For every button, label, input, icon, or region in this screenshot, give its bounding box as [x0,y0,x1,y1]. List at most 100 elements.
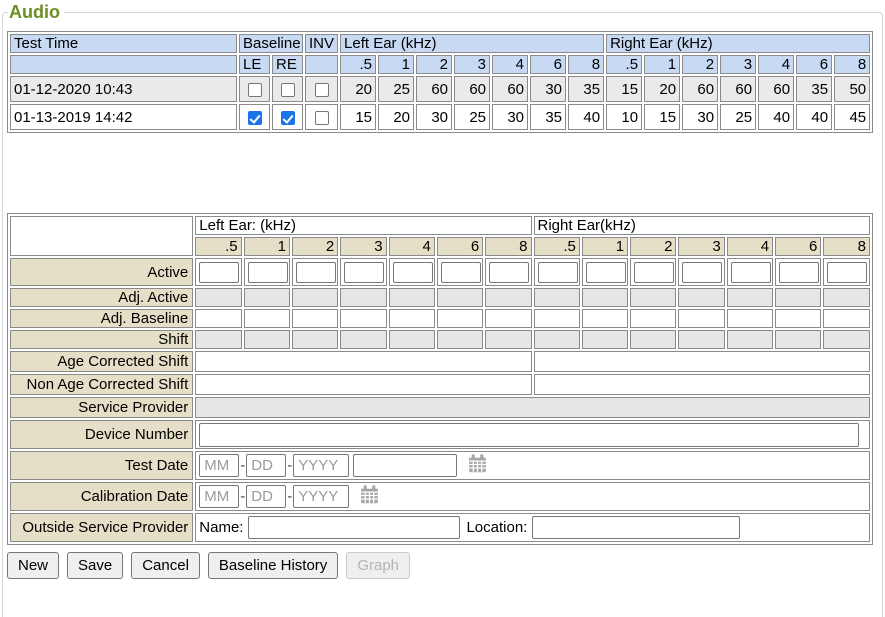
test-time-input[interactable] [353,454,457,477]
service-provider-row: Service Provider [10,397,870,418]
active-input[interactable] [634,262,674,283]
test-date-year-input[interactable] [293,454,349,477]
adj-baseline-label: Adj. Baseline [10,309,193,328]
outside-service-provider-label: Outside Service Provider [10,513,193,542]
adj-active-cell [775,288,821,307]
test-time-cell: 01-13-2019 14:42 [10,104,237,130]
col-right-ear: Right Ear (kHz) [606,34,870,53]
active-input[interactable] [296,262,336,283]
test-date-cell: -- [195,451,870,480]
shift-cell [823,330,870,349]
device-number-input[interactable] [199,423,859,447]
adj-active-cell [582,288,628,307]
active-input[interactable] [248,262,288,283]
baseline-le-checkbox[interactable] [248,111,262,125]
freq-header: 1 [644,55,680,74]
inv-checkbox[interactable] [315,111,329,125]
shift-cell [485,330,531,349]
adj-active-cell [389,288,435,307]
threshold-cell: 60 [682,76,718,102]
adj-baseline-cell [678,309,724,328]
active-input[interactable] [344,262,384,283]
adj-active-cell [630,288,676,307]
active-input[interactable] [489,262,529,283]
history-row-2: 01-13-2019 14:42 15 20 30 25 30 35 40 10… [10,104,870,130]
active-input[interactable] [682,262,722,283]
save-button[interactable]: Save [67,552,123,579]
non-age-corrected-shift-left-cell [195,374,531,395]
active-input[interactable] [779,262,819,283]
col-re: RE [272,55,303,74]
adj-active-cell [292,288,338,307]
calibration-date-day-input[interactable] [246,485,286,508]
age-corrected-shift-right-cell [534,351,870,372]
shift-cell [678,330,724,349]
cancel-button[interactable]: Cancel [131,552,200,579]
baseline-re-checkbox[interactable] [281,83,295,97]
adj-active-cell [534,288,580,307]
threshold-cell: 20 [340,76,376,102]
test-date-day-input[interactable] [246,454,286,477]
baseline-re-checkbox[interactable] [281,111,295,125]
threshold-cell: 60 [758,76,794,102]
baseline-le-checkbox[interactable] [248,83,262,97]
audio-fieldset: Audio Test Time Baseline INV Left Ear (k… [2,2,883,617]
location-label: Location: [466,519,527,536]
active-input[interactable] [538,262,578,283]
freq-header: 2 [292,237,338,256]
active-cell [823,258,870,286]
freq-header: 6 [775,237,821,256]
freq-header: 6 [530,55,566,74]
date-separator: - [287,457,292,474]
history-row-1: 01-12-2020 10:43 20 25 60 60 60 30 35 15… [10,76,870,102]
new-button[interactable]: New [7,552,59,579]
active-input[interactable] [441,262,481,283]
threshold-cell: 25 [720,104,756,130]
audio-entry-table: Left Ear: (kHz) Right Ear(kHz) .5 1 2 3 … [7,213,873,545]
threshold-cell: 35 [568,76,604,102]
test-date-row: Test Date -- [10,451,870,480]
freq-header: 4 [758,55,794,74]
active-cell [775,258,821,286]
active-input[interactable] [731,262,771,283]
freq-header: 3 [454,55,490,74]
provider-location-input[interactable] [532,516,740,539]
adj-active-cell [195,288,241,307]
active-label: Active [10,258,193,286]
freq-header: .5 [340,55,376,74]
threshold-cell: 15 [644,104,680,130]
threshold-cell: 50 [834,76,870,102]
entry-ear-header-row: Left Ear: (kHz) Right Ear(kHz) [10,216,870,235]
calibration-date-year-input[interactable] [293,485,349,508]
active-input[interactable] [586,262,626,283]
threshold-cell: 30 [492,104,528,130]
left-ear-header: Left Ear: (kHz) [195,216,531,235]
calendar-icon[interactable] [359,484,380,509]
adj-baseline-cell [244,309,290,328]
active-input[interactable] [393,262,433,283]
name-label: Name: [199,519,243,536]
calendar-icon[interactable] [467,453,488,478]
active-cell [582,258,628,286]
calibration-date-month-input[interactable] [199,485,239,508]
active-input[interactable] [199,262,239,283]
freq-header: 4 [389,237,435,256]
threshold-cell: 20 [644,76,680,102]
active-input[interactable] [827,262,867,283]
graph-button: Graph [346,552,410,579]
test-date-label: Test Date [10,451,193,480]
device-number-cell [195,420,870,449]
freq-header: 8 [823,237,870,256]
col-le: LE [239,55,270,74]
provider-name-input[interactable] [248,516,460,539]
threshold-cell: 25 [454,104,490,130]
section-title: Audio [8,2,64,23]
active-cell [437,258,483,286]
date-separator: - [240,457,245,474]
inv-checkbox[interactable] [315,83,329,97]
baseline-history-button[interactable]: Baseline History [208,552,338,579]
calibration-date-row: Calibration Date -- [10,482,870,511]
adj-baseline-cell [630,309,676,328]
test-date-month-input[interactable] [199,454,239,477]
threshold-cell: 60 [720,76,756,102]
